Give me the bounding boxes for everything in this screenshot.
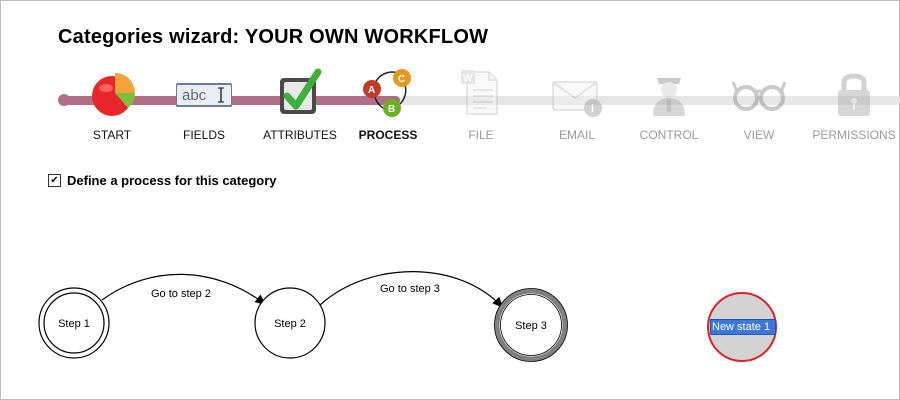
transition-label: Go to step 3 <box>380 283 440 295</box>
state-label: Step 3 <box>515 320 547 332</box>
state-step-1[interactable]: Step 1 <box>38 287 110 359</box>
state-label: Step 2 <box>274 318 306 330</box>
new-state-name-input[interactable]: New state 1 <box>710 319 776 335</box>
process-diagram-canvas[interactable]: Go to step 2 Go to step 3 Step 1 Step 2 … <box>0 0 900 400</box>
state-label: Step 1 <box>58 318 90 330</box>
state-step-2[interactable]: Step 2 <box>254 287 326 359</box>
transition-label: Go to step 2 <box>151 288 211 300</box>
state-step-3[interactable]: Step 3 <box>494 288 568 362</box>
